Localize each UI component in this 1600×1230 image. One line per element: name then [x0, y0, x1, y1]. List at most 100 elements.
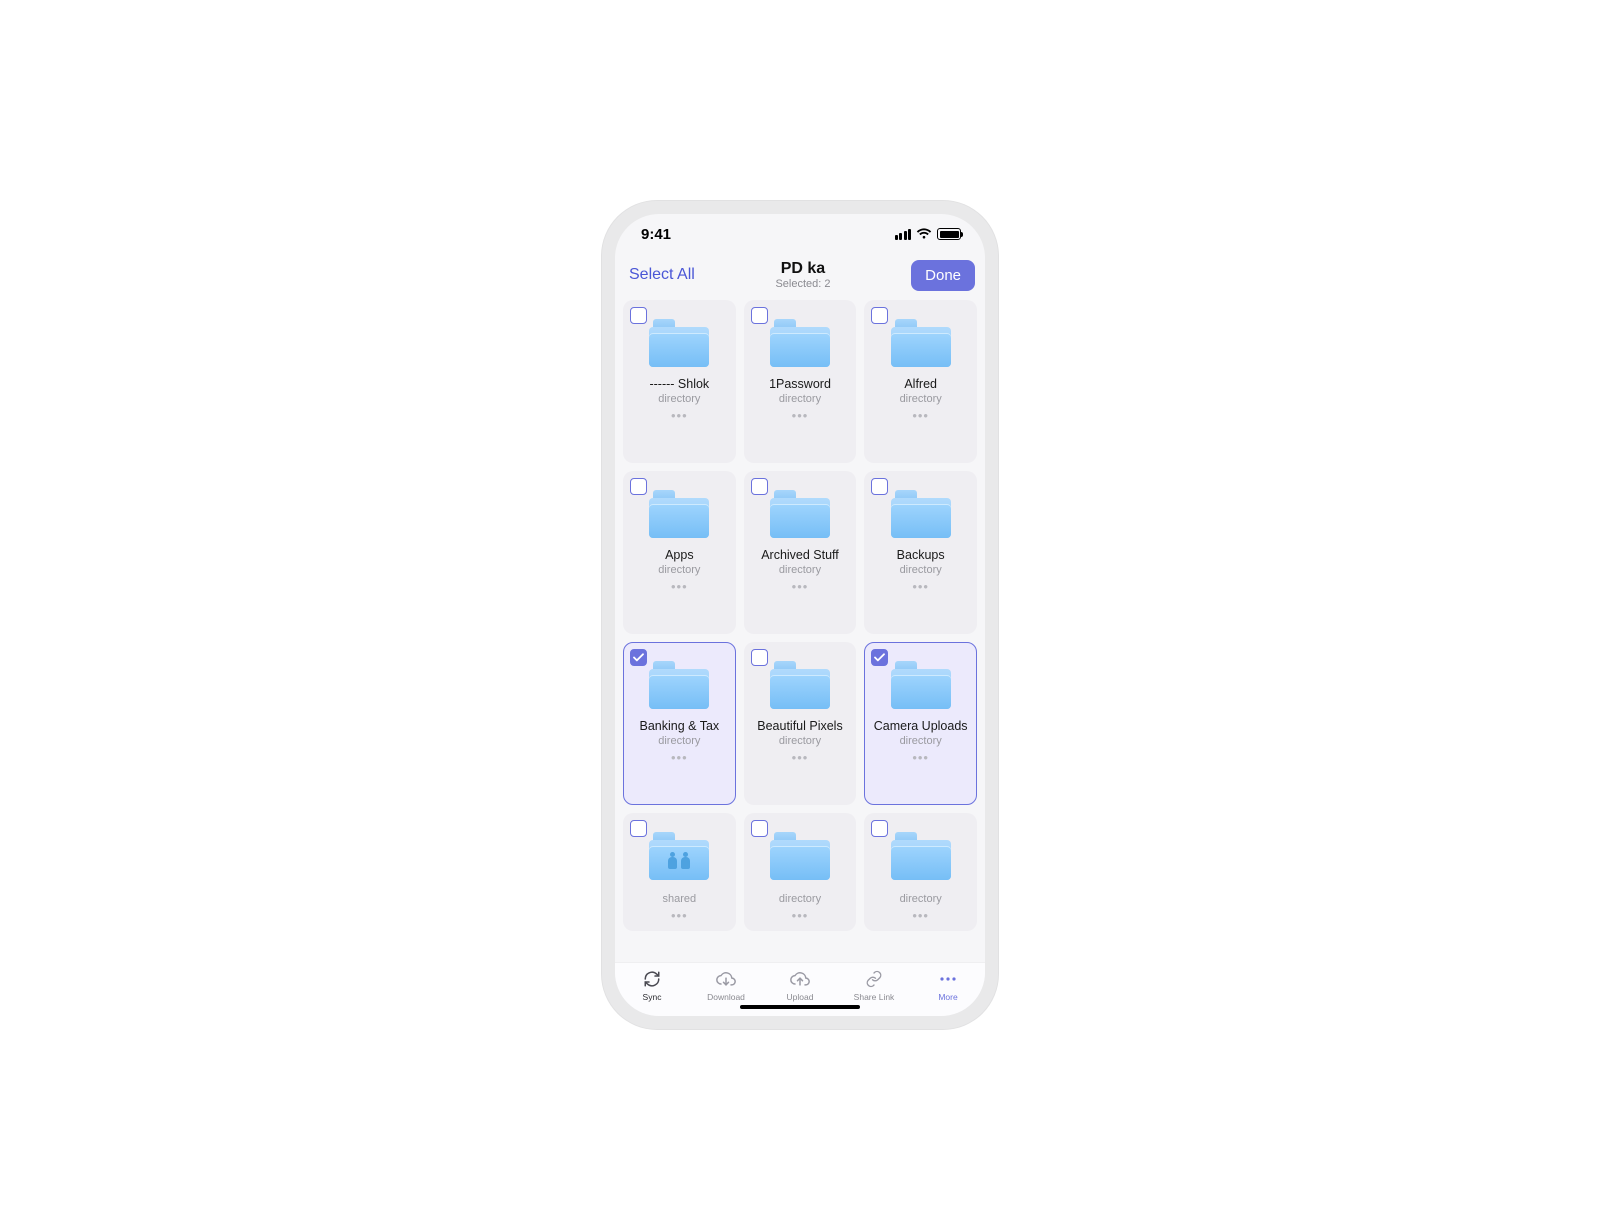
folder-card[interactable]: Archived Stuff directory •••: [744, 471, 857, 634]
folder-subtitle: directory: [900, 393, 942, 405]
folder-subtitle: directory: [779, 893, 821, 905]
folder-subtitle: directory: [779, 564, 821, 576]
folder-name: 1Password: [751, 377, 850, 391]
cloud-upload-icon: [790, 969, 810, 989]
shared-folder-icon: [649, 832, 709, 880]
card-more-icon[interactable]: •••: [671, 909, 688, 922]
home-indicator[interactable]: [740, 1005, 860, 1010]
toolbar-more[interactable]: More: [918, 969, 978, 1002]
folder-icon: [649, 319, 709, 367]
folder-icon: [770, 319, 830, 367]
toolbar-more-label: More: [938, 992, 957, 1002]
toolbar-share-link[interactable]: Share Link: [844, 969, 904, 1002]
folder-subtitle: directory: [779, 735, 821, 747]
folder-name: Archived Stuff: [751, 548, 850, 562]
card-more-icon[interactable]: •••: [671, 409, 688, 422]
status-indicators: [895, 228, 962, 240]
folder-card[interactable]: Backups directory •••: [864, 471, 977, 634]
card-more-icon[interactable]: •••: [912, 409, 929, 422]
folder-subtitle: directory: [900, 735, 942, 747]
folder-card[interactable]: Chinese shared •••: [623, 813, 736, 931]
card-more-icon[interactable]: •••: [912, 909, 929, 922]
folder-grid-container[interactable]: ------ Shlok directory ••• 1Password directo…: [615, 300, 985, 962]
folder-name: Chinese: [630, 890, 729, 891]
cellular-icon: [895, 229, 912, 240]
folder-card[interactable]: Documents directory •••: [864, 813, 977, 931]
folder-grid: ------ Shlok directory ••• 1Password directo…: [623, 300, 977, 931]
selection-checkbox[interactable]: [630, 478, 647, 495]
folder-icon: [891, 661, 951, 709]
folder-subtitle: shared: [663, 893, 697, 905]
selection-checkbox[interactable]: [630, 820, 647, 837]
status-time: 9:41: [641, 226, 671, 243]
card-more-icon[interactable]: •••: [912, 751, 929, 764]
toolbar-sync[interactable]: Sync: [622, 969, 682, 1002]
page-title: PD ka: [775, 260, 830, 278]
phone-frame: 9:41 Select All PD ka Selected: 2: [601, 200, 999, 1030]
folder-subtitle: directory: [900, 564, 942, 576]
folder-name: ------ Shlok: [630, 377, 729, 391]
selection-checkbox[interactable]: [751, 649, 768, 666]
folder-card[interactable]: 1Password directory •••: [744, 300, 857, 463]
folder-icon: [770, 661, 830, 709]
selection-checkbox[interactable]: [630, 649, 647, 666]
card-more-icon[interactable]: •••: [792, 580, 809, 593]
folder-card[interactable]: ------ Shlok directory •••: [623, 300, 736, 463]
toolbar-upload-label: Upload: [787, 992, 814, 1002]
status-bar: 9:41: [615, 214, 985, 254]
selection-checkbox[interactable]: [630, 307, 647, 324]
sync-icon: [642, 969, 662, 989]
folder-name: Banking & Tax: [630, 719, 729, 733]
screen: 9:41 Select All PD ka Selected: 2: [615, 214, 985, 1016]
folder-icon: [891, 319, 951, 367]
toolbar-download-label: Download: [707, 992, 745, 1002]
folder-card[interactable]: Clients directory •••: [744, 813, 857, 931]
card-more-icon[interactable]: •••: [912, 580, 929, 593]
folder-card[interactable]: Camera Uploads directory •••: [864, 642, 977, 805]
card-more-icon[interactable]: •••: [792, 909, 809, 922]
folder-name: Alfred: [871, 377, 970, 391]
selection-checkbox[interactable]: [871, 820, 888, 837]
selection-checkbox[interactable]: [871, 307, 888, 324]
folder-icon: [770, 490, 830, 538]
wifi-icon: [916, 228, 932, 240]
done-button[interactable]: Done: [911, 260, 975, 291]
folder-subtitle: directory: [658, 735, 700, 747]
folder-subtitle: directory: [658, 564, 700, 576]
card-more-icon[interactable]: •••: [671, 580, 688, 593]
battery-icon: [937, 228, 961, 240]
more-icon: [938, 969, 958, 989]
folder-subtitle: directory: [658, 393, 700, 405]
card-more-icon[interactable]: •••: [671, 751, 688, 764]
selection-checkbox[interactable]: [871, 649, 888, 666]
folder-name: Clients: [751, 890, 850, 891]
folder-name: Apps: [630, 548, 729, 562]
folder-name: Camera Uploads: [871, 719, 970, 733]
folder-card[interactable]: Alfred directory •••: [864, 300, 977, 463]
folder-name: Backups: [871, 548, 970, 562]
folder-card[interactable]: Beautiful Pixels directory •••: [744, 642, 857, 805]
select-all-button[interactable]: Select All: [625, 266, 695, 284]
folder-name: Documents: [871, 890, 970, 891]
toolbar-sync-label: Sync: [643, 992, 662, 1002]
folder-icon: [649, 490, 709, 538]
selection-checkbox[interactable]: [751, 307, 768, 324]
toolbar-share-label: Share Link: [854, 992, 895, 1002]
folder-name: Beautiful Pixels: [751, 719, 850, 733]
folder-subtitle: directory: [900, 893, 942, 905]
toolbar-upload[interactable]: Upload: [770, 969, 830, 1002]
folder-icon: [891, 832, 951, 880]
selection-checkbox[interactable]: [751, 478, 768, 495]
selection-checkbox[interactable]: [871, 478, 888, 495]
folder-card[interactable]: Apps directory •••: [623, 471, 736, 634]
link-icon: [864, 969, 884, 989]
nav-bar: Select All PD ka Selected: 2 Done: [615, 254, 985, 300]
folder-subtitle: directory: [779, 393, 821, 405]
nav-title-group: PD ka Selected: 2: [775, 260, 830, 291]
selection-count: Selected: 2: [775, 278, 830, 290]
selection-checkbox[interactable]: [751, 820, 768, 837]
card-more-icon[interactable]: •••: [792, 751, 809, 764]
toolbar-download[interactable]: Download: [696, 969, 756, 1002]
folder-card[interactable]: Banking & Tax directory •••: [623, 642, 736, 805]
card-more-icon[interactable]: •••: [792, 409, 809, 422]
